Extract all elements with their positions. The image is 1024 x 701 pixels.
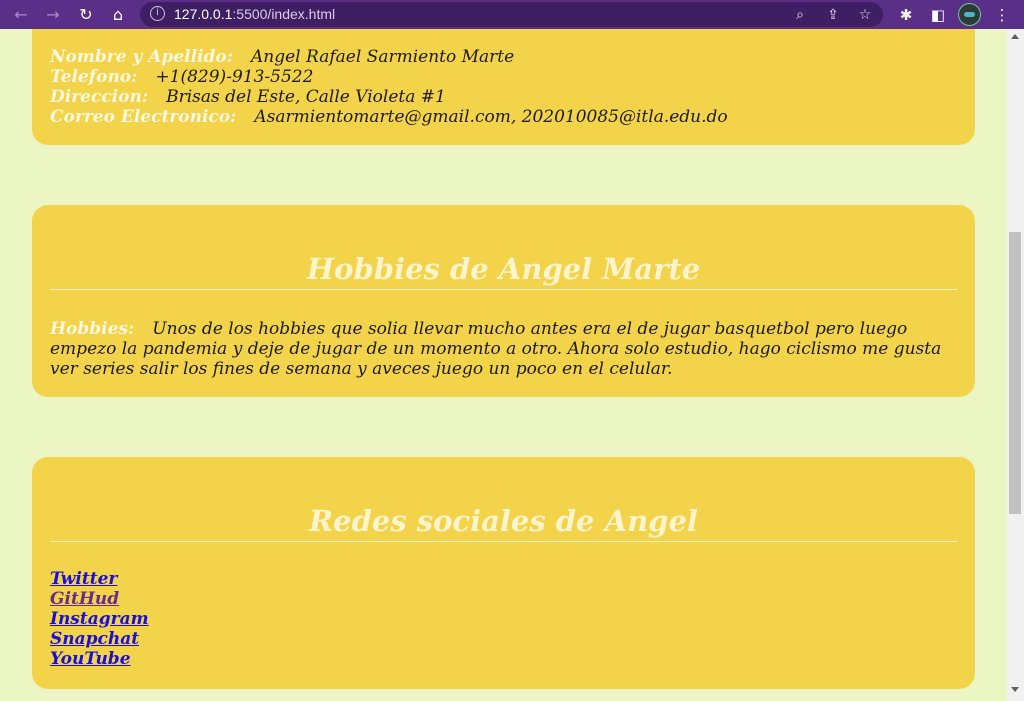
- extensions-puzzle-icon[interactable]: ✱: [895, 4, 917, 26]
- vertical-scrollbar[interactable]: [1007, 29, 1024, 701]
- social-title: Redes sociales de Angel: [309, 504, 698, 538]
- contact-email-label: Correo Electronico:: [50, 107, 237, 127]
- kebab-menu-icon[interactable]: ⋮: [991, 4, 1013, 26]
- hobbies-label: Hobbies:: [50, 319, 135, 339]
- browser-toolbar: ← → ↻ ⌂ i 127.0.0.1:5500/index.html ⌕ ⇪ …: [0, 0, 1024, 29]
- social-link-instagram[interactable]: Instagram: [50, 609, 149, 629]
- bookmark-star-icon[interactable]: ☆: [855, 5, 875, 25]
- hobbies-card: Hobbies de Angel Marte Hobbies: Unos de l…: [32, 205, 975, 397]
- zoom-icon[interactable]: ⌕: [790, 5, 810, 25]
- social-link-youtube[interactable]: YouTube: [50, 649, 149, 669]
- contact-phone-label: Telefono:: [50, 67, 138, 87]
- back-arrow-icon[interactable]: ←: [8, 0, 34, 29]
- forward-arrow-icon[interactable]: →: [40, 0, 66, 29]
- contact-card: Nombre y Apellido: Angel Rafael Sarmiento…: [32, 29, 975, 145]
- social-card: Redes sociales de Angel Twitter GitHud I…: [32, 457, 975, 689]
- share-icon[interactable]: ⇪: [823, 5, 843, 25]
- scroll-thumb[interactable]: [1009, 232, 1021, 514]
- scroll-up-arrow-icon[interactable]: [1011, 34, 1019, 39]
- scroll-down-arrow-icon[interactable]: [1011, 687, 1019, 692]
- site-info-icon[interactable]: i: [150, 6, 165, 21]
- hobbies-paragraph: Hobbies: Unos de los hobbies que solia ll…: [50, 319, 957, 379]
- social-link-snapchat[interactable]: Snapchat: [50, 629, 149, 649]
- contact-address-row: Direccion: Brisas del Este, Calle Violeta…: [50, 87, 446, 107]
- page-viewport: Nombre y Apellido: Angel Rafael Sarmiento…: [0, 29, 1007, 701]
- home-icon[interactable]: ⌂: [105, 0, 131, 29]
- contact-name-row: Nombre y Apellido: Angel Rafael Sarmiento…: [50, 47, 514, 67]
- url-text[interactable]: 127.0.0.1:5500/index.html: [174, 6, 335, 22]
- side-panel-icon[interactable]: ◧: [927, 4, 949, 26]
- hobbies-text: Unos de los hobbies que solia llevar muc…: [50, 319, 942, 379]
- social-link-twitter[interactable]: Twitter: [50, 569, 149, 589]
- contact-name-value: Angel Rafael Sarmiento Marte: [251, 47, 515, 67]
- contact-name-label: Nombre y Apellido:: [50, 47, 234, 67]
- contact-email-row: Correo Electronico: Asarmientomarte@gmail…: [50, 107, 728, 127]
- contact-phone-row: Telefono: +1(829)-913-5522: [50, 67, 313, 87]
- profile-avatar[interactable]: [958, 3, 981, 26]
- contact-phone-value: +1(829)-913-5522: [155, 67, 314, 87]
- address-bar[interactable]: i 127.0.0.1:5500/index.html ⌕ ⇪ ☆: [140, 2, 883, 27]
- hobbies-title: Hobbies de Angel Marte: [306, 252, 701, 286]
- social-links-list: Twitter GitHud Instagram Snapchat YouTub…: [50, 569, 149, 669]
- contact-address-value: Brisas del Este, Calle Violeta #1: [166, 87, 446, 107]
- contact-email-value: Asarmientomarte@gmail.com, 202010085@itl…: [254, 107, 728, 127]
- social-link-github[interactable]: GitHud: [50, 589, 149, 609]
- social-divider: [50, 541, 957, 542]
- contact-address-label: Direccion:: [50, 87, 149, 107]
- hobbies-divider: [50, 289, 957, 290]
- reload-icon[interactable]: ↻: [73, 0, 99, 29]
